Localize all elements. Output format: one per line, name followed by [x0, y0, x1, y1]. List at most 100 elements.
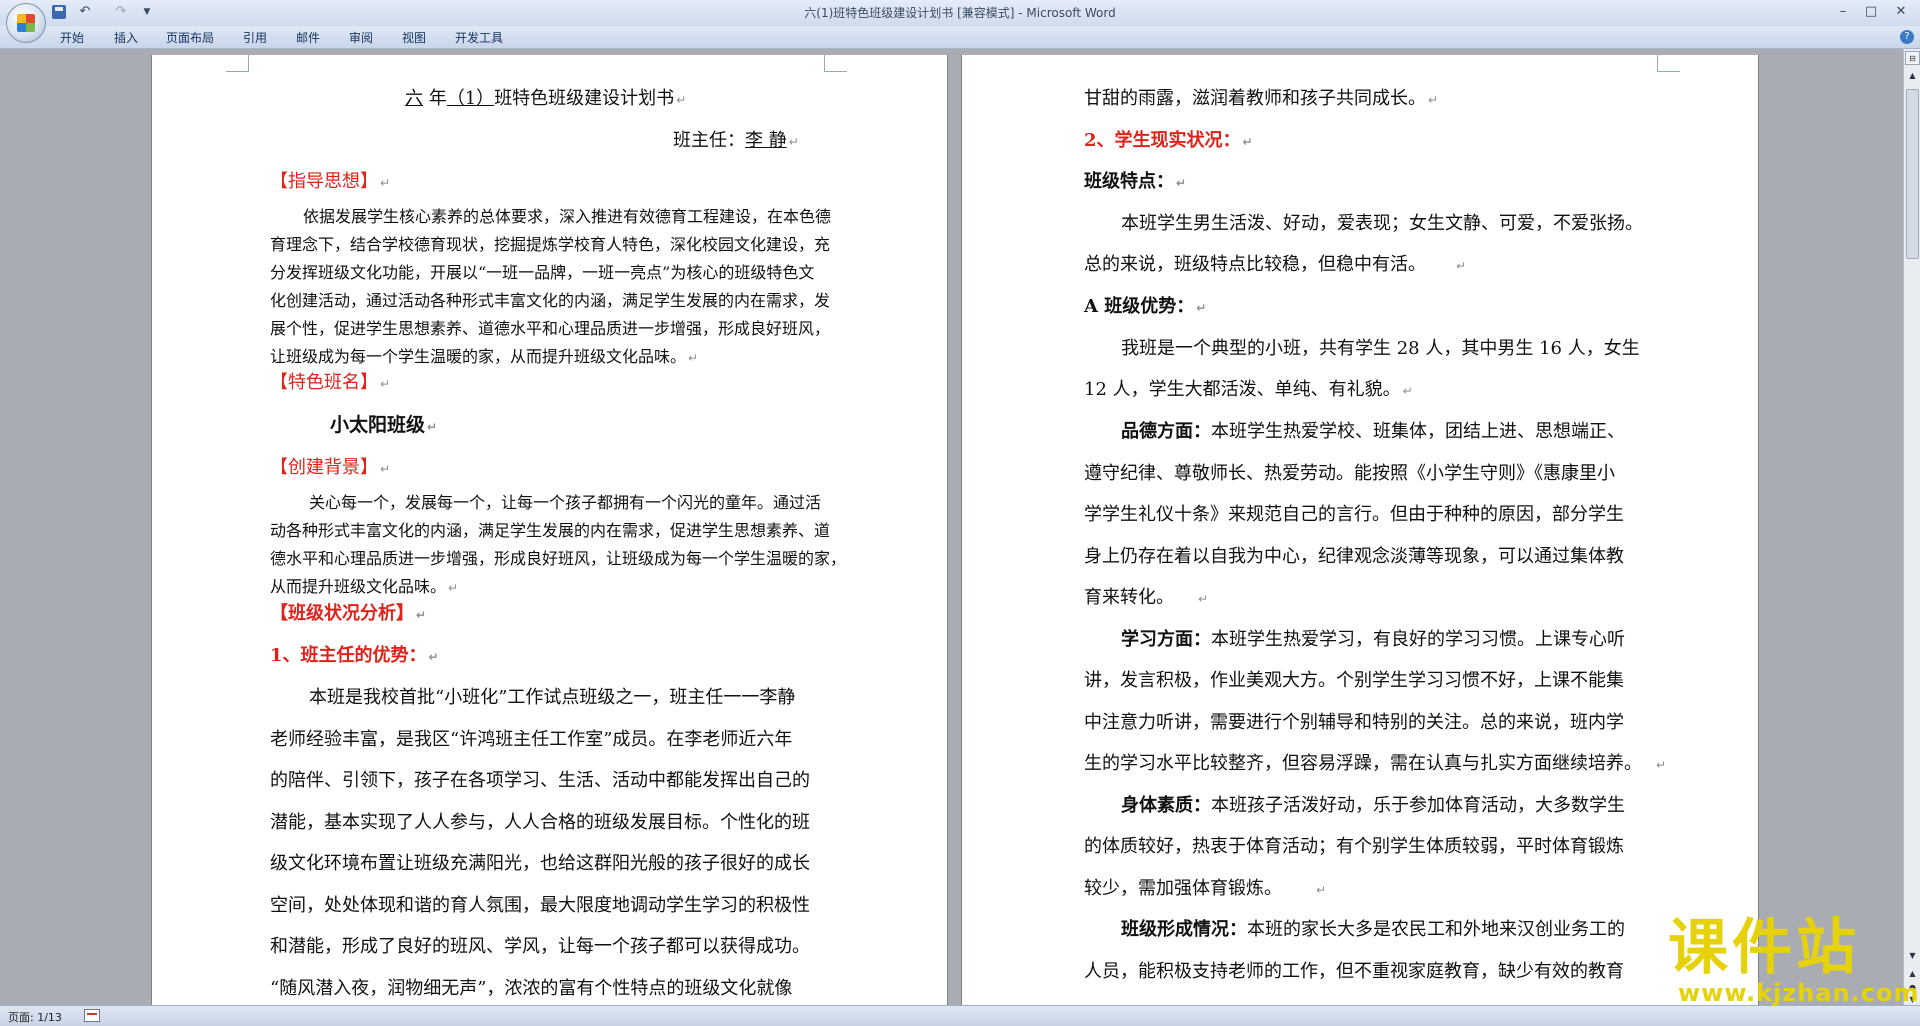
- paragraph-line[interactable]: 生的学习水平比较整齐，但容易浮躁，需在认真与扎实方面继续培养。 ↵: [1084, 749, 1666, 775]
- heading-guide[interactable]: 【指导思想】 ↵: [270, 167, 390, 193]
- page-count-status[interactable]: 页面: 1/13: [8, 1009, 62, 1025]
- teacher-name: 李 静: [745, 130, 787, 151]
- vertical-scrollbar[interactable]: ⊟ ▲ ▼ ▲ ● ▼: [1903, 49, 1920, 1005]
- ribbon-tabs: 开始 插入 页面布局 引用 邮件 审阅 视图 开发工具 ?: [0, 26, 1920, 49]
- scroll-down-icon[interactable]: ▼: [1905, 949, 1920, 963]
- margin-corner: [1657, 55, 1680, 72]
- paragraph-line[interactable]: 班级形成情况：本班的家长大多是农民工和外地来汉创业务工的: [1121, 915, 1625, 941]
- teacher-line[interactable]: 班主任：李 静 ↵: [673, 126, 799, 152]
- office-button[interactable]: [6, 3, 46, 43]
- paragraph-line[interactable]: 展个性，促进学生思想素养、道德水平和心理品质进一步增强，形成良好班风，: [270, 315, 830, 339]
- paragraph-line[interactable]: 老师经验丰富，是我区“许鸿班主任工作室”成员。在李老师近六年: [270, 725, 792, 751]
- paragraph-line-text: 总的来说，班级特点比较稳，但稳中有活。: [1084, 254, 1426, 275]
- tab-insert[interactable]: 插入: [114, 29, 138, 46]
- heading-advantage-text: A 班级优势：: [1084, 296, 1195, 317]
- paragraph-line[interactable]: 讲，发言积极，作业美观大方。个别学生学习习惯不好，上课不能集: [1084, 666, 1624, 692]
- window-title: 六(1)班特色班级建设计划书 [兼容模式] - Microsoft Word: [804, 6, 1116, 20]
- paragraph-line[interactable]: 潜能，基本实现了人人参与，人人合格的班级发展目标。个性化的班: [270, 808, 810, 834]
- paragraph-mark: ↵: [1196, 301, 1207, 315]
- paragraph-line[interactable]: 较少，需加强体育锻炼。 ↵: [1084, 874, 1326, 900]
- tab-home[interactable]: 开始: [60, 29, 84, 46]
- paragraph-line[interactable]: 分发挥班级文化功能，开展以“一班一品牌，一班一亮点”为核心的班级特色文: [270, 259, 814, 283]
- paragraph-line[interactable]: 化创建活动，通过活动各种形式丰富文化的内涵，满足学生发展的内在需求，发: [270, 287, 830, 311]
- paragraph-line[interactable]: 品德方面：本班学生热爱学校、班集体，团结上进、思想端正、: [1121, 417, 1625, 443]
- close-button[interactable]: ✕: [1888, 3, 1914, 21]
- paragraph-line[interactable]: 本班学生男生活泼、好动，爱表现；女生文静、可爱，不爱张扬。: [1121, 209, 1643, 235]
- paragraph-mark: ↵: [380, 462, 391, 476]
- paragraph-line[interactable]: 总的来说，班级特点比较稳，但稳中有活。 ↵: [1084, 250, 1466, 276]
- paragraph-line[interactable]: 级文化环境布置让班级充满阳光，也给这群阳光般的孩子很好的成长: [270, 849, 810, 875]
- heading-analysis[interactable]: 【班级状况分析】 ↵: [270, 599, 426, 625]
- paragraph-mark: ↵: [1456, 259, 1467, 273]
- paragraph-line[interactable]: 空间，处处体现和谐的育人氛围，最大限度地调动学生学习的积极性: [270, 891, 810, 917]
- title-year: 年: [428, 88, 447, 109]
- paragraph-line[interactable]: 中注意力听讲，需要进行个别辅导和特别的关注。总的来说，班内学: [1084, 708, 1624, 734]
- paragraph-line-text: 育来转化。: [1084, 587, 1174, 608]
- paragraph-line[interactable]: 12 人，学生大都活泼、单纯、有礼貌。 ↵: [1084, 375, 1413, 401]
- paragraph-line[interactable]: 甘甜的雨露，滋润着教师和孩子共同成长。 ↵: [1084, 84, 1438, 110]
- tab-developer[interactable]: 开发工具: [455, 29, 503, 46]
- paragraph-line[interactable]: 遵守纪律、尊敬师长、热爱劳动。能按照《小学生守则》《惠康里小: [1084, 459, 1615, 485]
- maximize-button[interactable]: □: [1858, 3, 1884, 21]
- paragraph-line-text: 本班的家长大多是农民工和外地来汉创业务工的: [1247, 919, 1625, 940]
- paragraph-line[interactable]: 让班级成为每一个学生温暖的家，从而提升班级文化品味。 ↵: [270, 343, 698, 367]
- scroll-up-icon[interactable]: ▲: [1905, 69, 1920, 83]
- paragraph-line[interactable]: 育理念下，结合学校德育现状，挖掘提炼学校育人特色，深化校园文化建设，充: [270, 231, 830, 255]
- paragraph-mark: ↵: [428, 650, 439, 664]
- title-rest: 班特色班级建设计划书: [494, 88, 675, 109]
- subheading-teacher[interactable]: 1、班主任的优势： ↵: [270, 641, 439, 667]
- paragraph-line[interactable]: 的体质较好，热衷于体育活动；有个别学生体质较弱，平时体育锻炼: [1084, 832, 1624, 858]
- paragraph-line[interactable]: 身体素质：本班孩子活泼好动，乐于参加体育活动，大多数学生: [1121, 791, 1625, 817]
- class-name[interactable]: 小太阳班级 ↵: [330, 410, 437, 437]
- document-area[interactable]: 六 年（1）班特色班级建设计划书 ↵ 班主任：李 静 ↵ 【指导思想】 ↵ 依据发展学…: [0, 49, 1900, 1005]
- tab-references[interactable]: 引用: [243, 29, 267, 46]
- watermark-title: 课件站: [1668, 913, 1860, 983]
- subheading-students[interactable]: 2、学生现实状况： ↵: [1084, 126, 1253, 152]
- margin-corner: [226, 55, 249, 72]
- tab-page-layout[interactable]: 页面布局: [166, 29, 214, 46]
- paragraph-line[interactable]: 和潜能，形成了良好的班风、学风，让每一个孩子都可以获得成功。: [270, 932, 810, 958]
- doc-title[interactable]: 六 年（1）班特色班级建设计划书 ↵: [405, 84, 686, 110]
- paragraph-line[interactable]: 的陪伴、引领下，孩子在各项学习、生活、活动中都能发挥出自己的: [270, 766, 810, 792]
- proofing-icon[interactable]: [84, 1009, 100, 1022]
- paragraph-line[interactable]: 从而提升班级文化品味。 ↵: [270, 573, 458, 597]
- paragraph-mark: ↵: [427, 420, 438, 434]
- heading-features[interactable]: 班级特点： ↵: [1084, 167, 1186, 193]
- paragraph-mark: ↵: [1316, 883, 1327, 897]
- help-icon[interactable]: ?: [1900, 30, 1914, 44]
- class-name-text: 小太阳班级: [330, 414, 426, 436]
- paragraph-line[interactable]: 我班是一个典型的小班，共有学生 28 人，其中男生 16 人，女生: [1121, 334, 1640, 360]
- teacher-label: 班主任：: [673, 130, 745, 151]
- paragraph-line[interactable]: 身上仍存在着以自我为中心，纪律观念淡薄等现象，可以通过集体教: [1084, 542, 1624, 568]
- paragraph-line[interactable]: 德水平和心理品质进一步增强，形成良好班风，让班级成为每一个学生温暖的家，: [270, 545, 846, 569]
- scroll-thumb[interactable]: [1906, 89, 1919, 259]
- minimize-button[interactable]: –: [1830, 3, 1856, 21]
- paragraph-line[interactable]: “随风潜入夜，润物细无声”，浓浓的富有个性特点的班级文化就像: [270, 974, 792, 1000]
- paragraph-line-text: 让班级成为每一个学生温暖的家，从而提升班级文化品味。: [270, 347, 687, 366]
- paragraph-line[interactable]: 依据发展学生核心素养的总体要求，深入推进有效德育工程建设，在本色德: [303, 203, 831, 227]
- paragraph-line-text: 本班学生热爱学校、班集体，团结上进、思想端正、: [1211, 421, 1625, 442]
- page-2[interactable]: 甘甜的雨露，滋润着教师和孩子共同成长。 ↵ 2、学生现实状况： ↵ 班级特点： ↵ 本…: [962, 55, 1758, 1005]
- tab-review[interactable]: 审阅: [349, 29, 373, 46]
- paragraph-line-text: 生的学习水平比较整齐，但容易浮躁，需在认真与扎实方面继续培养。: [1084, 753, 1642, 774]
- title-class: （1）: [446, 88, 495, 109]
- form-label: 班级形成情况：: [1121, 919, 1247, 940]
- paragraph-line[interactable]: 关心每一个，发展每一个，让每一个孩子都拥有一个闪光的童年。通过活: [309, 489, 821, 513]
- heading-advantage[interactable]: A 班级优势： ↵: [1084, 292, 1206, 318]
- paragraph-line-text: 本班孩子活泼好动，乐于参加体育活动，大多数学生: [1211, 795, 1625, 816]
- paragraph-line[interactable]: 学习方面：本班学生热爱学习，有良好的学习习惯。上课专心听: [1121, 625, 1625, 651]
- paragraph-mark: ↵: [1176, 176, 1187, 190]
- page-1[interactable]: 六 年（1）班特色班级建设计划书 ↵ 班主任：李 静 ↵ 【指导思想】 ↵ 依据发展学…: [152, 55, 947, 1005]
- watermark-url: www.kjzhan.com: [1678, 979, 1920, 1007]
- view-ruler-icon[interactable]: ⊟: [1905, 51, 1920, 65]
- paragraph-line[interactable]: 动各种形式丰富文化的内涵，满足学生发展的内在需求，促进学生思想素养、道: [270, 517, 830, 541]
- subheading-students-text: 2、学生现实状况：: [1084, 130, 1241, 151]
- paragraph-line[interactable]: 人员，能积极支持老师的工作，但不重视家庭教育，缺少有效的教育: [1084, 957, 1624, 983]
- paragraph-line[interactable]: 学学生礼仪十条》来规范自己的言行。但由于种种的原因，部分学生: [1084, 500, 1624, 526]
- tab-view[interactable]: 视图: [402, 29, 426, 46]
- paragraph-line[interactable]: 本班是我校首批“小班化”工作试点班级之一，班主任一一李静: [309, 683, 795, 709]
- paragraph-line[interactable]: 育来转化。 ↵: [1084, 583, 1208, 609]
- heading-background[interactable]: 【创建背景】 ↵: [270, 453, 390, 479]
- heading-name[interactable]: 【特色班名】 ↵: [270, 368, 390, 394]
- tab-mailings[interactable]: 邮件: [296, 29, 320, 46]
